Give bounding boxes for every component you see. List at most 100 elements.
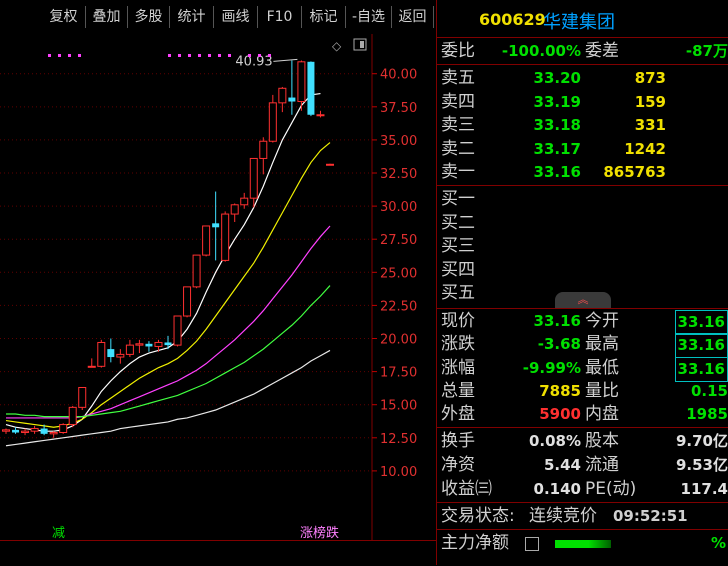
fund-value: 0.140 — [533, 480, 581, 498]
signal-dot — [48, 54, 51, 57]
divider — [437, 308, 728, 309]
sell-price: 33.19 — [533, 92, 581, 111]
menu-icon[interactable] — [525, 537, 539, 551]
sell-volume: 1242 — [624, 139, 666, 158]
divider — [437, 502, 728, 503]
candle-body — [12, 429, 20, 433]
toolbar-button-f10[interactable]: F10 — [258, 6, 302, 28]
stat-label: 最低 — [585, 357, 619, 378]
candle-body — [183, 286, 192, 317]
toolbar-button-biaoji[interactable]: 标记 — [302, 6, 346, 28]
stat-value: -9.99% — [522, 358, 581, 377]
stat-label: 外盘 — [441, 404, 475, 425]
sell-label: 卖一 — [441, 162, 475, 182]
candle-body — [30, 428, 39, 432]
signal-dot — [248, 54, 251, 57]
signal-dot — [208, 54, 211, 57]
stock-code: 600629 — [479, 10, 546, 29]
chart-label-reduce: 减 — [52, 526, 65, 540]
candle-body — [68, 406, 77, 426]
toolbar-button-zixuan[interactable]: -自选 — [346, 6, 392, 28]
fund-row: 收益㈢ 0.140 PE(动) 117.4 — [437, 478, 728, 501]
candle-body — [40, 428, 48, 434]
window-icon-fill — [360, 41, 364, 48]
sell-row: 卖二 33.17 1242 — [437, 138, 728, 161]
candle-body — [87, 365, 96, 368]
sell-price: 33.17 — [533, 139, 581, 158]
divider — [437, 37, 728, 38]
toolbar-button-tongji[interactable]: 统计 — [170, 6, 214, 28]
sell-price: 33.16 — [533, 163, 581, 181]
main-net-label: 主力净额 — [441, 533, 509, 553]
sell-row: 卖三 33.18 331 — [437, 114, 728, 137]
candle-body — [78, 386, 87, 408]
candle-body — [326, 163, 334, 166]
y-tick-label: 22.50 — [380, 299, 417, 314]
stock-name: 华建集团 — [543, 12, 615, 33]
signal-dot — [78, 54, 81, 57]
sell-row: 卖四 33.19 159 — [437, 91, 728, 114]
status-label: 交易状态: — [441, 506, 515, 526]
candle-body — [278, 87, 287, 104]
y-tick-label: 37.50 — [380, 101, 417, 116]
weicha-value: -87万 — [685, 42, 728, 60]
buy-label: 买五 — [441, 283, 475, 303]
stat-label: 现价 — [441, 311, 475, 331]
sell-volume: 873 — [634, 69, 666, 87]
sell-volume: 331 — [634, 116, 666, 134]
signal-dot — [58, 54, 61, 57]
stat-value: 1985 — [686, 405, 728, 424]
candle-body — [240, 197, 249, 206]
y-tick-label: 20.00 — [380, 333, 417, 348]
fund-label: 股本 — [585, 431, 619, 451]
weibi-label: 委比 — [441, 41, 475, 61]
high-price-label: 40.93 — [235, 54, 272, 69]
sell-label: 卖五 — [441, 68, 475, 88]
y-tick-label: 35.00 — [380, 134, 417, 149]
fund-value: 9.70亿 — [675, 432, 728, 450]
stat-row: 外盘 5900 内盘 1985 — [437, 403, 728, 426]
stat-label: 最高 — [585, 334, 619, 355]
signal-dot — [168, 54, 171, 57]
candle-body — [59, 424, 68, 434]
divider — [437, 64, 728, 65]
sell-label: 卖二 — [441, 138, 475, 159]
fund-row: 净资 5.44 流通 9.53亿 — [437, 454, 728, 477]
y-tick-label: 12.50 — [380, 432, 417, 447]
sell-volume: 159 — [634, 92, 666, 111]
toolbar-button-duogu[interactable]: 多股 — [128, 6, 170, 28]
toolbar-button-back[interactable]: 返回 — [392, 6, 434, 28]
buy-label: 买四 — [441, 259, 475, 280]
stat-value: 7885 — [539, 381, 581, 400]
y-tick-label: 25.00 — [380, 266, 417, 281]
fund-label: 换手 — [441, 431, 475, 451]
chart-background — [0, 34, 436, 540]
signal-dot — [188, 54, 191, 57]
stat-value: 0.15 — [690, 381, 728, 400]
chart-toolbar: 复权 叠加 多股 统计 画线 F10 标记 -自选 返回 — [0, 0, 436, 34]
candle-body — [230, 204, 239, 215]
fund-label: 流通 — [585, 455, 619, 475]
stat-row: 现价 33.16 今开 33.16 — [437, 310, 728, 335]
toolbar-button-diejia[interactable]: 叠加 — [86, 6, 128, 28]
buy-label: 买三 — [441, 236, 475, 256]
candle-body — [173, 315, 182, 346]
y-tick-label: 10.00 — [380, 465, 417, 480]
candlestick-chart[interactable]: 40.00 37.50 35.00 32.50 30.00 27.50 25.00 22.50… — [0, 34, 436, 540]
fund-value: 117.4 — [680, 480, 728, 498]
toolbar-button-fuquan[interactable]: 复权 — [42, 6, 86, 28]
toolbar-button-huaxian[interactable]: 画线 — [214, 6, 258, 28]
sell-row: 卖五 33.20 873 — [437, 67, 728, 90]
main-net-unit: % — [710, 534, 726, 552]
candle-body — [21, 430, 30, 434]
y-tick-label: 32.50 — [380, 167, 417, 182]
sell-row: 卖一 33.16 865763 — [437, 161, 728, 184]
y-tick-label: 17.50 — [380, 366, 417, 381]
candle-body — [249, 157, 258, 199]
weicha-label: 委差 — [585, 41, 619, 61]
signal-dot — [268, 54, 271, 57]
collapse-button[interactable]: ︽ — [555, 292, 611, 308]
candle-body — [316, 114, 325, 117]
diamond-icon[interactable]: ◇ — [332, 39, 342, 53]
stat-row: 涨幅 -9.99% 最低 33.16 — [437, 356, 728, 382]
